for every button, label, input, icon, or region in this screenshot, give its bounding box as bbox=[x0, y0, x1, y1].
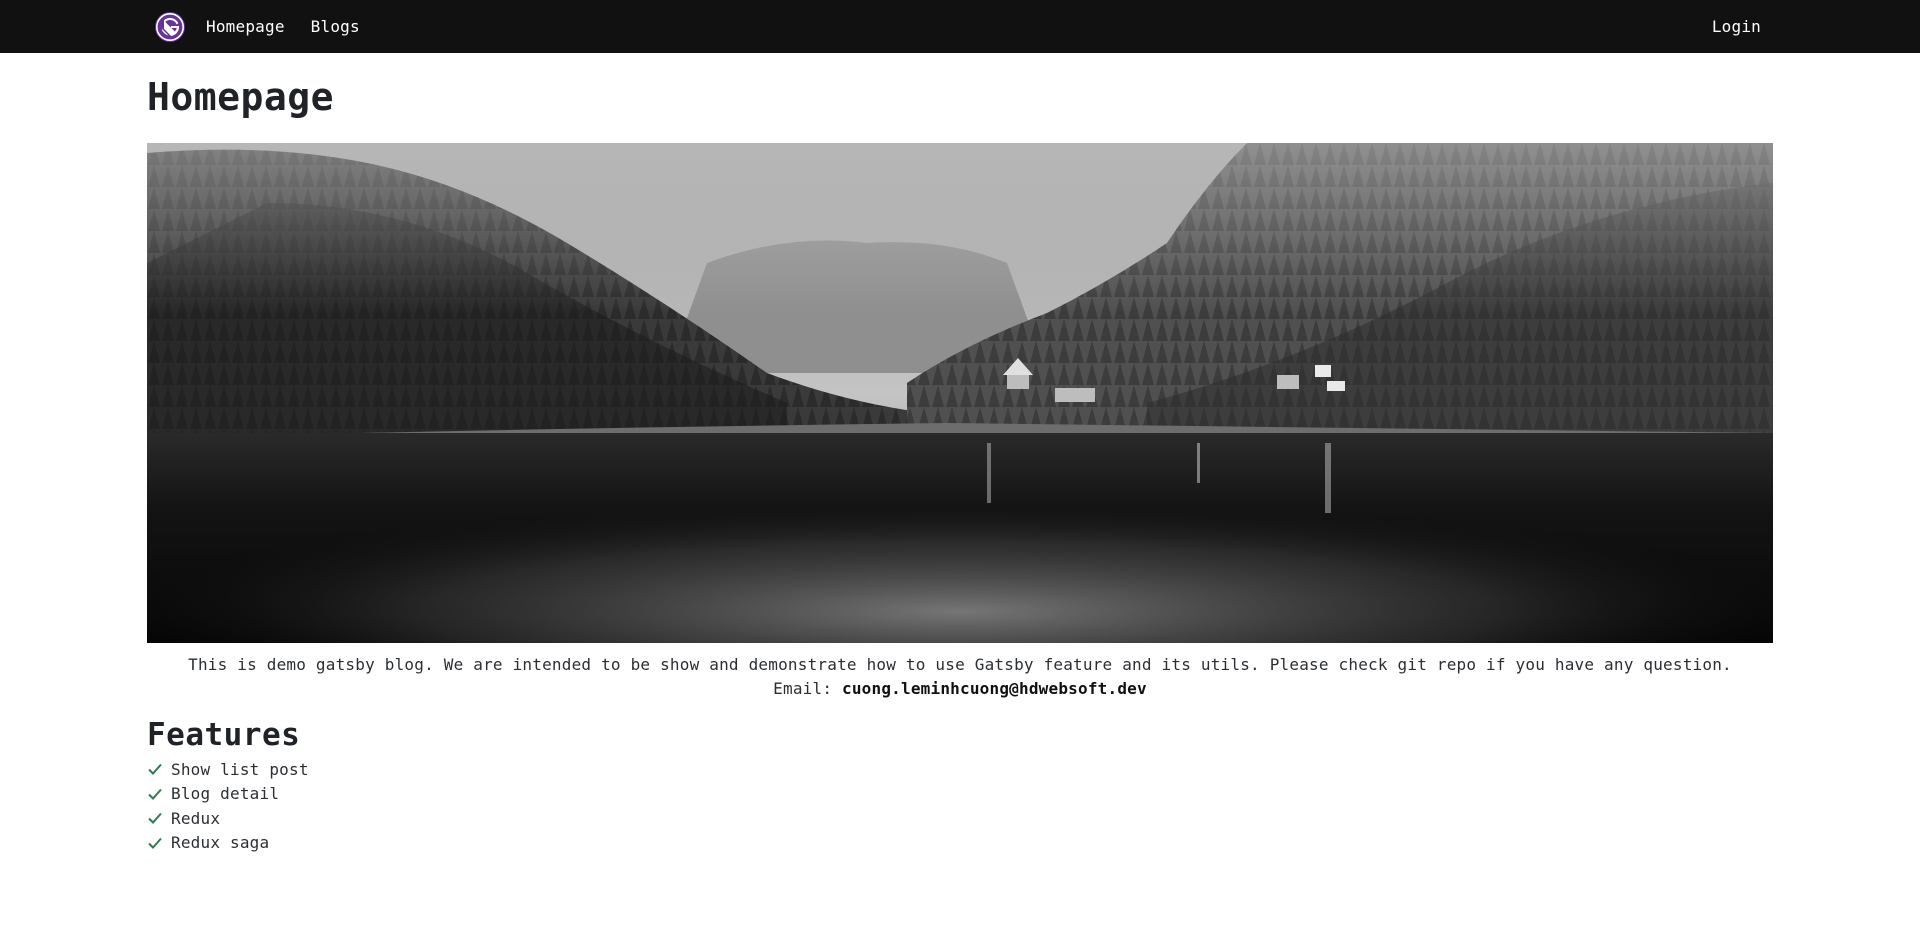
nav-link-blogs[interactable]: Blogs bbox=[311, 17, 360, 36]
email-label: Email: bbox=[773, 679, 833, 698]
main-content: Homepage This is demo gatsby blog. We ar… bbox=[147, 73, 1773, 855]
feature-label: Blog detail bbox=[171, 784, 280, 804]
description-text: This is demo gatsby blog. We are intende… bbox=[188, 655, 1732, 674]
features-list: Show list post Blog detail Redux Redux s… bbox=[147, 757, 1773, 855]
nav-link-homepage[interactable]: Homepage bbox=[206, 17, 285, 36]
list-item: Blog detail bbox=[147, 782, 1773, 807]
site-description: This is demo gatsby blog. We are intende… bbox=[147, 653, 1773, 701]
check-icon bbox=[148, 813, 162, 825]
list-item: Show list post bbox=[147, 757, 1773, 782]
check-icon bbox=[148, 788, 162, 800]
features-title: Features bbox=[147, 717, 301, 753]
check-icon bbox=[148, 764, 162, 776]
navbar-inner: Homepage Blogs Login bbox=[147, 0, 1773, 53]
top-navbar: Homepage Blogs Login bbox=[0, 0, 1920, 53]
feature-label: Redux bbox=[171, 808, 221, 828]
feature-label: Show list post bbox=[171, 759, 309, 779]
page-title: Homepage bbox=[147, 75, 335, 119]
email-value: cuong.leminhcuong@hdwebsoft.dev bbox=[842, 679, 1147, 698]
hero-image bbox=[147, 143, 1773, 643]
list-item: Redux saga bbox=[147, 831, 1773, 856]
check-icon bbox=[148, 837, 162, 849]
list-item: Redux bbox=[147, 806, 1773, 831]
feature-label: Redux saga bbox=[171, 833, 270, 853]
login-link[interactable]: Login bbox=[1712, 17, 1761, 36]
gatsby-logo-icon[interactable] bbox=[154, 11, 186, 43]
